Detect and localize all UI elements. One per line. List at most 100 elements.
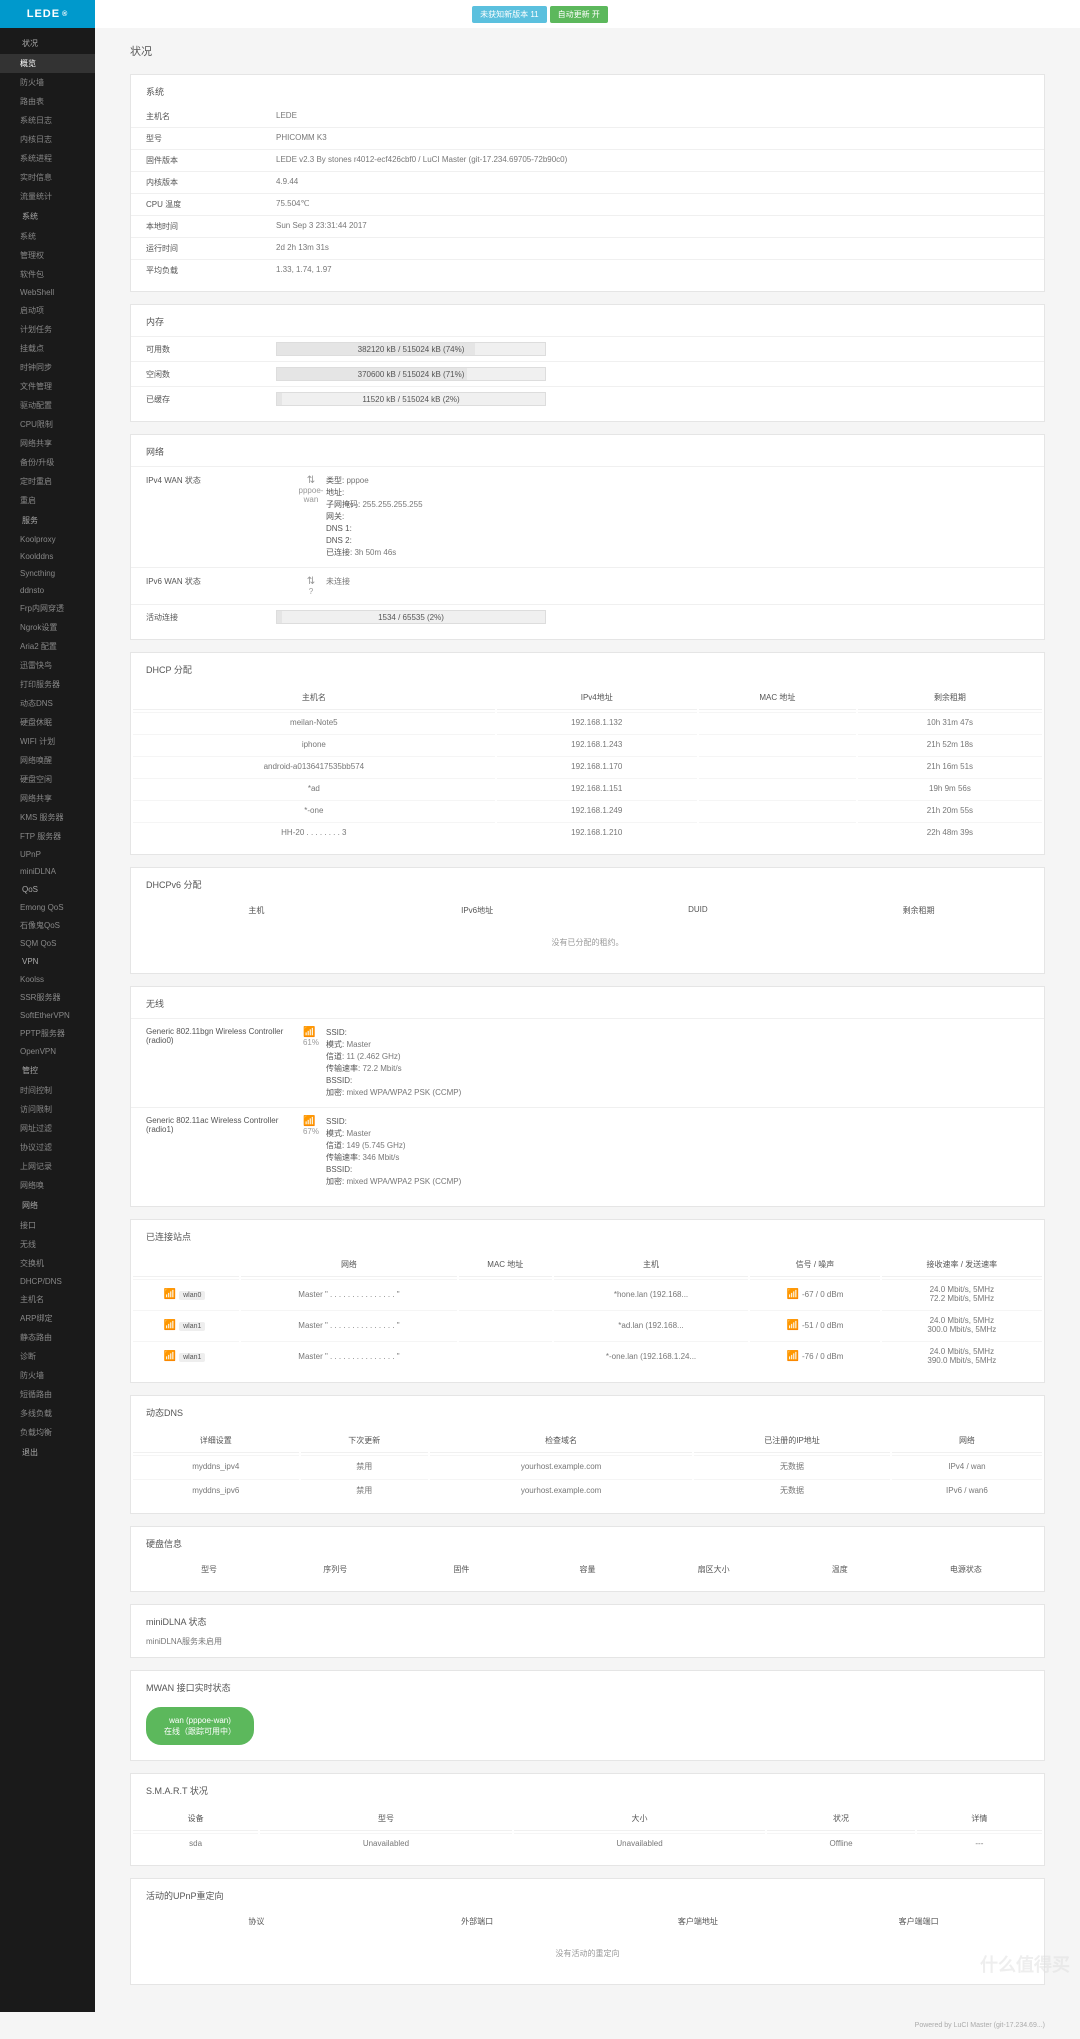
sidebar-item[interactable]: 协议过滤 xyxy=(0,1138,95,1157)
sidebar-item[interactable]: 交换机 xyxy=(0,1254,95,1273)
panel-disk: 硬盘信息 型号序列号固件容量扇区大小温度电源状态 xyxy=(130,1526,1045,1592)
sidebar-item[interactable]: 网络唤 xyxy=(0,1176,95,1195)
sidebar-item[interactable]: PPTP服务器 xyxy=(0,1024,95,1043)
sidebar-item[interactable]: 时钟同步 xyxy=(0,358,95,377)
table-header: 大小 xyxy=(514,1807,766,1831)
panel-mwan: MWAN 接口实时状态 wan (pppoe-wan)在线（跟踪可用中） xyxy=(130,1670,1045,1761)
wifi-icon: 📶 xyxy=(164,1351,176,1362)
sidebar-item[interactable]: 内核日志 xyxy=(0,130,95,149)
sidebar-category[interactable]: VPN xyxy=(0,952,95,971)
sidebar-item[interactable]: Frp内网穿透 xyxy=(0,599,95,618)
sidebar-item[interactable]: ddnsto xyxy=(0,582,95,599)
sidebar-item[interactable]: 路由表 xyxy=(0,92,95,111)
sidebar-item[interactable]: miniDLNA xyxy=(0,863,95,880)
panel-minidlna-title: miniDLNA 状态 xyxy=(131,1615,1044,1636)
sidebar-item[interactable]: DHCP/DNS xyxy=(0,1273,95,1290)
panel-memory: 内存 可用数382120 kB / 515024 kB (74%)空闲数3706… xyxy=(130,304,1045,422)
sidebar-item[interactable]: 网络共享 xyxy=(0,434,95,453)
table-cell xyxy=(699,800,856,820)
sidebar-item[interactable]: 硬盘休眠 xyxy=(0,713,95,732)
sidebar-item[interactable]: 管理权 xyxy=(0,246,95,265)
sidebar-item[interactable]: Koolss xyxy=(0,971,95,988)
sidebar-item[interactable]: Emong QoS xyxy=(0,899,95,916)
sidebar-category[interactable]: 状况 xyxy=(0,33,95,54)
sidebar-item[interactable]: 主机名 xyxy=(0,1290,95,1309)
sidebar-item[interactable]: 实时信息 xyxy=(0,168,95,187)
sidebar-item[interactable]: 时间控制 xyxy=(0,1081,95,1100)
panel-dhcp: DHCP 分配 主机名IPv4地址MAC 地址剩余租期meilan-Note51… xyxy=(130,652,1045,855)
sidebar-item[interactable]: 多线负载 xyxy=(0,1404,95,1423)
sidebar-item[interactable]: 上网记录 xyxy=(0,1157,95,1176)
sidebar-item[interactable]: 接口 xyxy=(0,1216,95,1235)
memory-bar: 382120 kB / 515024 kB (74%) xyxy=(276,342,546,356)
sidebar-item[interactable]: 打印服务器 xyxy=(0,675,95,694)
system-row: 本地时间Sun Sep 3 23:31:44 2017 xyxy=(131,215,1044,237)
sidebar-item[interactable]: 软件包 xyxy=(0,265,95,284)
sidebar-item[interactable]: KMS 服务器 xyxy=(0,808,95,827)
sidebar-item[interactable]: Aria2 配置 xyxy=(0,637,95,656)
sidebar-item[interactable]: Koolddns xyxy=(0,548,95,565)
sidebar-item[interactable]: 文件管理 xyxy=(0,377,95,396)
footer: Powered by LuCI Master (git-17.234.69...… xyxy=(0,2012,1080,2039)
sidebar-category[interactable]: QoS xyxy=(0,880,95,899)
table-cell: 禁用 xyxy=(301,1479,428,1501)
sidebar-item[interactable]: Ngrok设置 xyxy=(0,618,95,637)
sidebar-item[interactable]: 系统进程 xyxy=(0,149,95,168)
sidebar-item[interactable]: 迅雷快鸟 xyxy=(0,656,95,675)
sidebar-item[interactable]: SoftEtherVPN xyxy=(0,1007,95,1024)
sidebar-item[interactable]: WebShell xyxy=(0,284,95,301)
sidebar-item[interactable]: 诊断 xyxy=(0,1347,95,1366)
sidebar-item[interactable]: Syncthing xyxy=(0,565,95,582)
sidebar-item[interactable]: 防火墙 xyxy=(0,73,95,92)
sidebar-item[interactable]: 动态DNS xyxy=(0,694,95,713)
sidebar-item[interactable]: OpenVPN xyxy=(0,1043,95,1060)
sidebar-item[interactable]: 重启 xyxy=(0,491,95,510)
sidebar-item[interactable]: 定时重启 xyxy=(0,472,95,491)
sidebar-item[interactable]: 挂载点 xyxy=(0,339,95,358)
sidebar-item[interactable]: 无线 xyxy=(0,1235,95,1254)
sidebar-item[interactable]: 网络共享 xyxy=(0,789,95,808)
sidebar-item[interactable]: 负载均衡 xyxy=(0,1423,95,1442)
sidebar-category[interactable]: 系统 xyxy=(0,206,95,227)
sidebar-item[interactable]: 网址过滤 xyxy=(0,1119,95,1138)
sidebar-item[interactable]: 概览 xyxy=(0,54,95,73)
panel-assoc: 已连接站点 网络MAC 地址主机信号 / 噪声接收速率 / 发送速率📶wlan0… xyxy=(130,1219,1045,1383)
sidebar-category[interactable]: 退出 xyxy=(0,1442,95,1463)
wifi-icon: 📶 xyxy=(164,1320,176,1331)
panel-wireless-title: 无线 xyxy=(131,997,1044,1018)
sidebar-item[interactable]: ARP绑定 xyxy=(0,1309,95,1328)
wifi-radio-name: Generic 802.11bgn Wireless Controller (r… xyxy=(146,1027,296,1099)
sidebar-item[interactable]: 启动项 xyxy=(0,301,95,320)
sidebar-item[interactable]: 硬盘空闲 xyxy=(0,770,95,789)
sidebar-category[interactable]: 服务 xyxy=(0,510,95,531)
sidebar-item[interactable]: Koolproxy xyxy=(0,531,95,548)
system-row: CPU 温度75.504℃ xyxy=(131,193,1044,215)
sidebar-category[interactable]: 网络 xyxy=(0,1195,95,1216)
sidebar-item[interactable]: 访问限制 xyxy=(0,1100,95,1119)
sidebar-item[interactable]: 计划任务 xyxy=(0,320,95,339)
table-cell: *ad xyxy=(133,778,495,798)
sidebar-item[interactable]: CPU限制 xyxy=(0,415,95,434)
sidebar-item[interactable]: 网络唤醒 xyxy=(0,751,95,770)
memory-text: 382120 kB / 515024 kB (74%) xyxy=(277,343,545,357)
sidebar-item[interactable]: UPnP xyxy=(0,846,95,863)
sidebar-item[interactable]: 系统 xyxy=(0,227,95,246)
sidebar-item[interactable]: 防火墙 xyxy=(0,1366,95,1385)
sidebar-item[interactable]: SSR服务器 xyxy=(0,988,95,1007)
sidebar-item[interactable]: 石像鬼QoS xyxy=(0,916,95,935)
sidebar-item[interactable]: 静态路由 xyxy=(0,1328,95,1347)
sidebar-item[interactable]: 短循路由 xyxy=(0,1385,95,1404)
top-badge[interactable]: 未获知新版本 11 xyxy=(472,6,547,23)
sidebar: 状况概览防火墙路由表系统日志内核日志系统进程实时信息流量统计系统系统管理权软件包… xyxy=(0,28,95,2012)
sidebar-item[interactable]: 备份/升级 xyxy=(0,453,95,472)
sidebar-item[interactable]: 系统日志 xyxy=(0,111,95,130)
memory-bar: 11520 kB / 515024 kB (2%) xyxy=(276,392,546,406)
sidebar-item[interactable]: WIFI 计划 xyxy=(0,732,95,751)
table-header: 扇区大小 xyxy=(651,1558,777,1581)
sidebar-item[interactable]: FTP 服务器 xyxy=(0,827,95,846)
sidebar-item[interactable]: SQM QoS xyxy=(0,935,95,952)
sidebar-item[interactable]: 驱动配置 xyxy=(0,396,95,415)
top-badge[interactable]: 自动更新 开 xyxy=(550,6,608,23)
sidebar-item[interactable]: 流量统计 xyxy=(0,187,95,206)
sidebar-category[interactable]: 管控 xyxy=(0,1060,95,1081)
